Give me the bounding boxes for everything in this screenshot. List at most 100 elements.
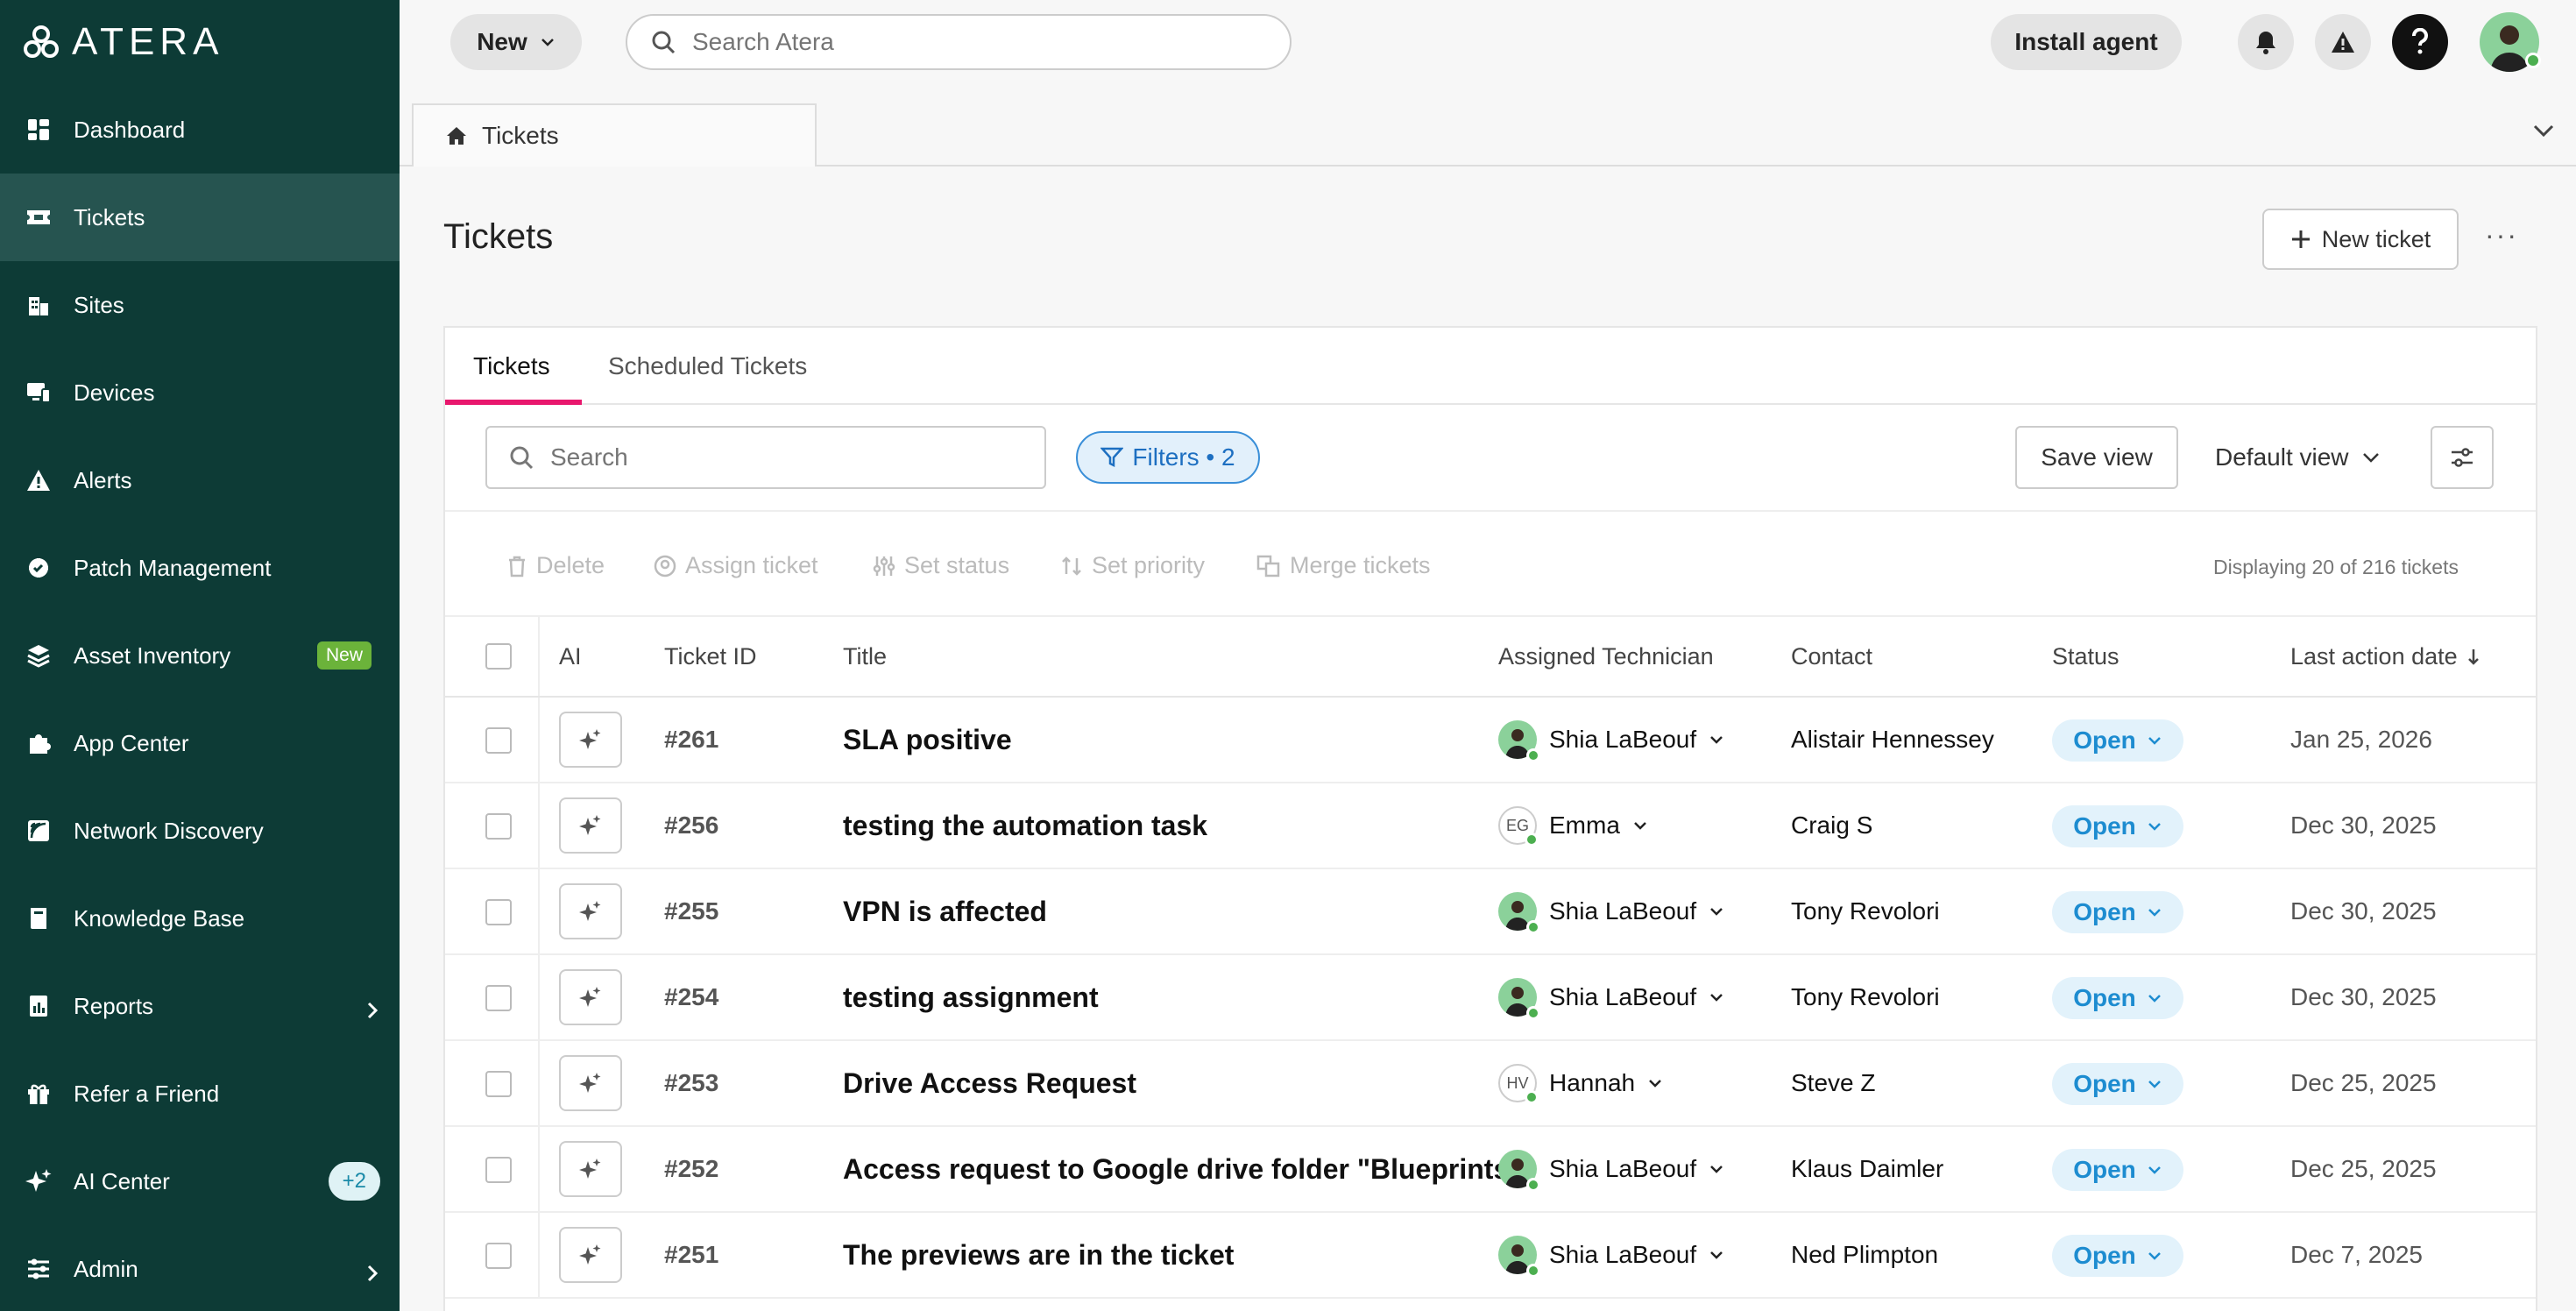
header-status[interactable]: Status: [2052, 643, 2120, 670]
technician-selector[interactable]: Shia LaBeouf: [1498, 978, 1724, 1020]
sidebar-item-patch-management[interactable]: Patch Management: [0, 524, 400, 612]
row-checkbox[interactable]: [485, 985, 512, 1011]
row-checkbox[interactable]: [485, 1071, 512, 1097]
table-row[interactable]: #251 The previews are in the ticket Shia…: [445, 1213, 2536, 1299]
notifications-button[interactable]: [2238, 14, 2294, 70]
ai-assist-button[interactable]: [559, 969, 622, 1025]
ai-assist-button[interactable]: [559, 883, 622, 939]
contact-name[interactable]: Tony Revolori: [1791, 897, 1940, 925]
ticket-title[interactable]: VPN is affected: [843, 896, 1047, 928]
sidebar-item-dashboard[interactable]: Dashboard: [0, 86, 400, 174]
status-dropdown[interactable]: Open: [2052, 1149, 2183, 1191]
sidebar-item-network-discovery[interactable]: Network Discovery: [0, 787, 400, 875]
technician-selector[interactable]: Shia LaBeouf: [1498, 720, 1724, 762]
install-agent-button[interactable]: Install agent: [1991, 14, 2182, 70]
default-view-dropdown[interactable]: Default view: [2215, 443, 2381, 471]
sidebar-item-devices[interactable]: Devices: [0, 349, 400, 436]
ticket-search[interactable]: [485, 426, 1046, 489]
help-button[interactable]: [2392, 14, 2448, 70]
filters-button[interactable]: Filters • 2: [1076, 431, 1260, 484]
sidebar-item-app-center[interactable]: App Center: [0, 699, 400, 787]
header-ai[interactable]: AI: [559, 643, 582, 670]
page-tab-tickets[interactable]: Tickets: [412, 103, 817, 167]
set-status-action[interactable]: Set status: [873, 552, 1009, 579]
new-button[interactable]: New: [450, 14, 582, 70]
ticket-title[interactable]: Access request to Google drive folder "B…: [843, 1153, 1522, 1186]
contact-name[interactable]: Craig S: [1791, 811, 1872, 840]
table-row[interactable]: #261 SLA positive Shia LaBeouf Alistair …: [445, 698, 2536, 783]
atera-logo[interactable]: ATERA: [23, 20, 223, 63]
row-checkbox[interactable]: [485, 813, 512, 840]
ai-assist-button[interactable]: [559, 797, 622, 854]
table-row[interactable]: #253 Drive Access Request HV Hannah Stev…: [445, 1041, 2536, 1127]
sidebar-item-reports[interactable]: Reports: [0, 962, 400, 1050]
header-assigned-technician[interactable]: Assigned Technician: [1498, 643, 1714, 670]
status-dropdown[interactable]: Open: [2052, 1063, 2183, 1105]
technician-selector[interactable]: Shia LaBeouf: [1498, 1236, 1724, 1278]
ticket-id[interactable]: #253: [664, 1069, 718, 1097]
contact-name[interactable]: Steve Z: [1791, 1069, 1875, 1097]
row-checkbox[interactable]: [485, 727, 512, 754]
ai-assist-button[interactable]: [559, 1141, 622, 1197]
ai-assist-button[interactable]: [559, 1055, 622, 1111]
merge-tickets-action[interactable]: Merge tickets: [1256, 552, 1431, 579]
sidebar-item-asset-inventory[interactable]: Asset Inventory New: [0, 612, 400, 699]
save-view-button[interactable]: Save view: [2015, 426, 2178, 489]
technician-selector[interactable]: Shia LaBeouf: [1498, 892, 1724, 934]
sidebar-item-admin[interactable]: Admin: [0, 1225, 400, 1311]
contact-name[interactable]: Ned Plimpton: [1791, 1241, 1938, 1269]
ticket-title[interactable]: testing the automation task: [843, 810, 1207, 842]
tab-tickets[interactable]: Tickets: [473, 352, 550, 380]
column-settings-button[interactable]: [2431, 426, 2494, 489]
status-dropdown[interactable]: Open: [2052, 891, 2183, 933]
ticket-search-input[interactable]: [550, 443, 1023, 471]
row-checkbox[interactable]: [485, 1157, 512, 1183]
ticket-id[interactable]: #251: [664, 1241, 718, 1269]
tab-scheduled-tickets[interactable]: Scheduled Tickets: [608, 352, 807, 380]
chevron-down-icon[interactable]: [2532, 123, 2555, 138]
select-all-checkbox[interactable]: [485, 643, 512, 670]
contact-name[interactable]: Tony Revolori: [1791, 983, 1940, 1011]
ticket-title[interactable]: testing assignment: [843, 981, 1099, 1014]
more-options-button[interactable]: ···: [2485, 219, 2518, 252]
ticket-id[interactable]: #255: [664, 897, 718, 925]
ticket-id[interactable]: #254: [664, 983, 718, 1011]
contact-name[interactable]: Alistair Hennessey: [1791, 726, 1994, 754]
ticket-title[interactable]: The previews are in the ticket: [843, 1239, 1234, 1272]
sidebar-item-knowledge-base[interactable]: Knowledge Base: [0, 875, 400, 962]
row-checkbox[interactable]: [485, 1243, 512, 1269]
new-ticket-button[interactable]: New ticket: [2262, 209, 2459, 270]
alerts-button[interactable]: [2315, 14, 2371, 70]
sidebar-item-refer-a-friend[interactable]: Refer a Friend: [0, 1050, 400, 1137]
header-last-action-date[interactable]: Last action date: [2290, 643, 2480, 670]
table-row[interactable]: #252 Access request to Google drive fold…: [445, 1127, 2536, 1213]
contact-name[interactable]: Klaus Daimler: [1791, 1155, 1943, 1183]
header-title[interactable]: Title: [843, 643, 887, 670]
header-ticket-id[interactable]: Ticket ID: [664, 643, 757, 670]
table-row[interactable]: #255 VPN is affected Shia LaBeouf Tony R…: [445, 869, 2536, 955]
sidebar-item-alerts[interactable]: Alerts: [0, 436, 400, 524]
row-checkbox[interactable]: [485, 899, 512, 925]
global-search-input[interactable]: [692, 28, 1218, 56]
header-contact[interactable]: Contact: [1791, 643, 1872, 670]
table-row[interactable]: #256 testing the automation task EG Emma…: [445, 783, 2536, 869]
status-dropdown[interactable]: Open: [2052, 977, 2183, 1019]
assign-ticket-action[interactable]: Assign ticket: [654, 552, 818, 579]
status-dropdown[interactable]: Open: [2052, 805, 2183, 847]
ticket-title[interactable]: SLA positive: [843, 724, 1012, 756]
ai-assist-button[interactable]: [559, 712, 622, 768]
global-search[interactable]: [626, 14, 1292, 70]
set-priority-action[interactable]: Set priority: [1060, 552, 1205, 579]
sidebar-item-ai-center[interactable]: AI Center +2: [0, 1137, 400, 1225]
ticket-title[interactable]: Drive Access Request: [843, 1067, 1136, 1100]
ticket-id[interactable]: #256: [664, 811, 718, 840]
technician-selector[interactable]: Shia LaBeouf: [1498, 1150, 1724, 1192]
sidebar-item-tickets[interactable]: Tickets: [0, 174, 400, 261]
technician-selector[interactable]: EG Emma: [1498, 806, 1648, 847]
ticket-id[interactable]: #261: [664, 726, 718, 754]
sidebar-item-sites[interactable]: Sites: [0, 261, 400, 349]
status-dropdown[interactable]: Open: [2052, 719, 2183, 762]
ticket-id[interactable]: #252: [664, 1155, 718, 1183]
technician-selector[interactable]: HV Hannah: [1498, 1064, 1663, 1104]
ai-assist-button[interactable]: [559, 1227, 622, 1283]
